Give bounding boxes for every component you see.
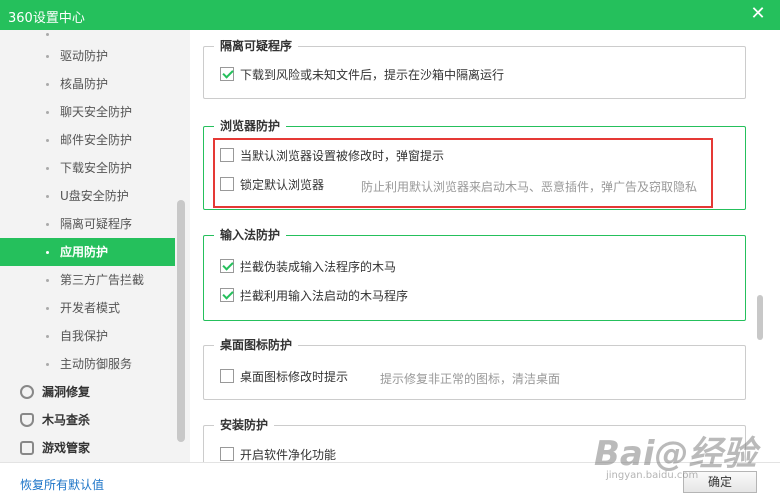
sidebar-category-vuln-repair[interactable]: 漏洞修复	[0, 378, 175, 406]
ok-button[interactable]: 确定	[683, 471, 757, 493]
bullet-icon	[46, 279, 49, 282]
group-install: 安装防护 开启软件净化功能	[203, 418, 746, 462]
sidebar-item-label: 下载安全防护	[60, 161, 133, 175]
sidebar-item-driver[interactable]: 驱动防护	[0, 42, 175, 70]
sidebar-item-download[interactable]: 下载安全防护	[0, 154, 175, 182]
group-ime: 输入法防护 拦截伪装成输入法程序的木马 拦截利用输入法启动的木马程序	[203, 228, 746, 321]
bullet-icon	[46, 251, 49, 254]
option-software-purify[interactable]: 开启软件净化功能	[220, 446, 336, 462]
sidebar-item-label: 开发者模式	[60, 301, 121, 315]
close-icon[interactable]: ✕	[748, 2, 768, 26]
checkbox[interactable]	[220, 447, 234, 461]
sidebar-category-label: 木马查杀	[42, 413, 91, 427]
footer: 恢复所有默认值 确定	[0, 462, 780, 500]
sidebar-item-usb[interactable]: U盘安全防护	[0, 182, 175, 210]
sidebar-item-active-defense[interactable]: 主动防御服务	[0, 350, 175, 378]
sidebar-item-app-protection[interactable]: 应用防护	[0, 238, 175, 266]
bullet-icon	[46, 335, 49, 338]
bullet-icon	[46, 111, 49, 114]
bullet-icon	[46, 167, 49, 170]
group-isolate: 隔离可疑程序 下载到风险或未知文件后，提示在沙箱中隔离运行	[203, 39, 746, 99]
sidebar-item-label: 核晶防护	[60, 77, 109, 91]
checkbox[interactable]	[220, 288, 234, 302]
option-sandbox-isolate[interactable]: 下载到风险或未知文件后，提示在沙箱中隔离运行	[220, 66, 504, 84]
option-label: 拦截伪装成输入法程序的木马	[240, 260, 397, 274]
sidebar-item-self-protect[interactable]: 自我保护	[0, 322, 175, 350]
shield-icon	[20, 413, 34, 427]
sidebar-item-label: 邮件安全防护	[60, 133, 133, 147]
checkbox[interactable]	[220, 369, 234, 383]
bullet-icon	[46, 55, 49, 58]
gamepad-icon	[20, 441, 34, 455]
bullet-icon	[46, 307, 49, 310]
bullet-icon	[46, 195, 49, 198]
option-label: 桌面图标修改时提示	[240, 370, 349, 384]
option-label: 拦截利用输入法启动的木马程序	[240, 289, 409, 303]
sidebar-item-label: 主动防御服务	[60, 357, 133, 371]
settings-content: 隔离可疑程序 下载到风险或未知文件后，提示在沙箱中隔离运行 浏览器防护 当默认浏…	[190, 30, 780, 462]
option-block-ime-trojan[interactable]: 拦截利用输入法启动的木马程序	[220, 287, 408, 305]
sidebar-category-label: 游戏管家	[42, 441, 91, 455]
group-title: 输入法防护	[214, 228, 287, 243]
sidebar-item-label: 聊天安全防护	[60, 105, 133, 119]
group-title: 隔离可疑程序	[214, 39, 299, 54]
sidebar-item-label: 第三方广告拦截	[60, 273, 145, 287]
sidebar-category-label: 漏洞修复	[42, 385, 91, 399]
sidebar-item-label: 自我保护	[60, 329, 109, 343]
sidebar-item-developer[interactable]: 开发者模式	[0, 294, 175, 322]
group-title: 桌面图标防护	[214, 338, 299, 353]
bullet-icon	[46, 33, 49, 36]
sidebar-category-game-manager[interactable]: 游戏管家	[0, 434, 175, 462]
sidebar-item-label: 隔离可疑程序	[60, 217, 133, 231]
option-desktop-icon-alert[interactable]: 桌面图标修改时提示	[220, 368, 348, 386]
sidebar-item-isolate[interactable]: 隔离可疑程序	[0, 210, 175, 238]
sidebar-item-label: 驱动防护	[60, 49, 109, 63]
highlight-box	[213, 138, 713, 208]
group-desktop-icons: 桌面图标防护 桌面图标修改时提示 提示修复非正常的图标，清洁桌面	[203, 338, 746, 400]
group-title: 安装防护	[214, 418, 275, 433]
sidebar-item-mail[interactable]: 邮件安全防护	[0, 126, 175, 154]
restore-defaults-link[interactable]: 恢复所有默认值	[20, 476, 104, 493]
window-title: 360设置中心	[8, 11, 85, 26]
checkbox[interactable]	[220, 259, 234, 273]
title-bar: 360设置中心 ✕	[0, 0, 780, 30]
sidebar-item-label: 应用防护	[60, 245, 109, 259]
sidebar-scrollbar[interactable]	[177, 200, 185, 442]
group-title: 浏览器防护	[214, 119, 287, 134]
option-label: 下载到风险或未知文件后，提示在沙箱中隔离运行	[240, 68, 505, 82]
sidebar-category-trojan-scan[interactable]: 木马查杀	[0, 406, 175, 434]
sidebar: 驱动防护 核晶防护 聊天安全防护 邮件安全防护 下载安全防护 U盘安全防护 隔离…	[0, 30, 190, 462]
checkbox[interactable]	[220, 67, 234, 81]
option-block-fake-ime[interactable]: 拦截伪装成输入法程序的木马	[220, 258, 396, 276]
bullet-icon	[46, 363, 49, 366]
sidebar-item-chat[interactable]: 聊天安全防护	[0, 98, 175, 126]
sidebar-item-core[interactable]: 核晶防护	[0, 70, 175, 98]
option-label: 开启软件净化功能	[240, 448, 337, 462]
repair-icon	[20, 385, 34, 399]
bullet-icon	[46, 139, 49, 142]
bullet-icon	[46, 223, 49, 226]
sidebar-item-ad-block[interactable]: 第三方广告拦截	[0, 266, 175, 294]
bullet-icon	[46, 83, 49, 86]
option-description: 提示修复非正常的图标，清洁桌面	[380, 372, 561, 386]
content-scrollbar[interactable]	[757, 295, 763, 340]
sidebar-item-label: U盘安全防护	[60, 189, 129, 203]
